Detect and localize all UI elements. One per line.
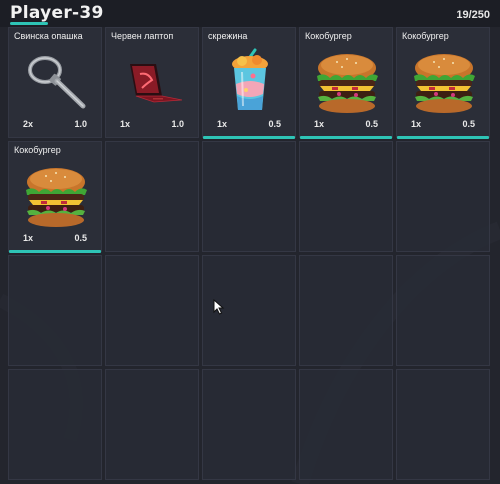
title-underline: [10, 22, 48, 25]
inventory-slot-empty[interactable]: [299, 141, 393, 252]
item-name: скрежина: [208, 31, 248, 41]
red-laptop-icon: [118, 48, 188, 116]
item-quantity: 1x: [314, 119, 325, 129]
inventory-slot-empty[interactable]: [202, 369, 296, 480]
item-weight: 1.0: [74, 119, 87, 129]
inventory-slot-empty[interactable]: [396, 255, 490, 366]
item-name: Червен лаптоп: [111, 31, 174, 41]
item-weight: 0.5: [365, 119, 378, 129]
inventory-slot-empty[interactable]: [105, 369, 199, 480]
item-quantity: 1x: [217, 119, 228, 129]
item-name: Кокобургер: [305, 31, 352, 41]
item-quantity: 1x: [411, 119, 422, 129]
item-weight: 1.0: [171, 119, 184, 129]
item-name: Кокобургер: [402, 31, 449, 41]
burger-icon: [312, 48, 382, 116]
inventory-slot-empty[interactable]: [105, 141, 199, 252]
slushie-cup-icon: [215, 48, 285, 116]
inventory-slot-empty[interactable]: [105, 255, 199, 366]
item-quantity: 1x: [120, 119, 131, 129]
slots-count: 19/250: [456, 9, 490, 21]
inventory-slot-empty[interactable]: [8, 255, 102, 366]
item-quantity: 1x: [23, 233, 34, 243]
durability-bar: [300, 136, 392, 139]
inventory-header: Player-39 19/250: [0, 0, 500, 27]
inventory-slot-item[interactable]: скрежина 1x 0.5: [202, 27, 296, 139]
inventory-slot-empty[interactable]: [299, 369, 393, 480]
inventory-slot-empty[interactable]: [299, 255, 393, 366]
item-name: Свинска опашка: [14, 31, 83, 41]
inventory-slot-empty[interactable]: [202, 141, 296, 252]
item-weight: 0.5: [268, 119, 281, 129]
inventory-grid: Свинска опашка 2x 1.0 Червен лаптоп 1x 1…: [8, 27, 497, 482]
player-name: Player-39: [10, 3, 104, 23]
zip-tie-icon: [21, 48, 91, 116]
durability-bar: [397, 136, 489, 139]
inventory-slot-item[interactable]: Кокобургер 1x 0.5: [8, 141, 102, 253]
item-name: Кокобургер: [14, 145, 61, 155]
inventory-slot-item[interactable]: Червен лаптоп 1x 1.0: [105, 27, 199, 138]
inventory-slot-empty[interactable]: [396, 369, 490, 480]
durability-bar: [203, 136, 295, 139]
item-weight: 0.5: [462, 119, 475, 129]
durability-bar: [9, 250, 101, 253]
inventory-slot-empty[interactable]: [396, 141, 490, 252]
item-quantity: 2x: [23, 119, 34, 129]
burger-icon: [409, 48, 479, 116]
inventory-slot-empty[interactable]: [8, 369, 102, 480]
burger-icon: [21, 162, 91, 230]
item-weight: 0.5: [74, 233, 87, 243]
inventory-slot-item[interactable]: Кокобургер 1x 0.5: [396, 27, 490, 139]
inventory-slot-item[interactable]: Кокобургер 1x 0.5: [299, 27, 393, 139]
mouse-cursor-icon: [213, 299, 225, 315]
inventory-slot-item[interactable]: Свинска опашка 2x 1.0: [8, 27, 102, 138]
